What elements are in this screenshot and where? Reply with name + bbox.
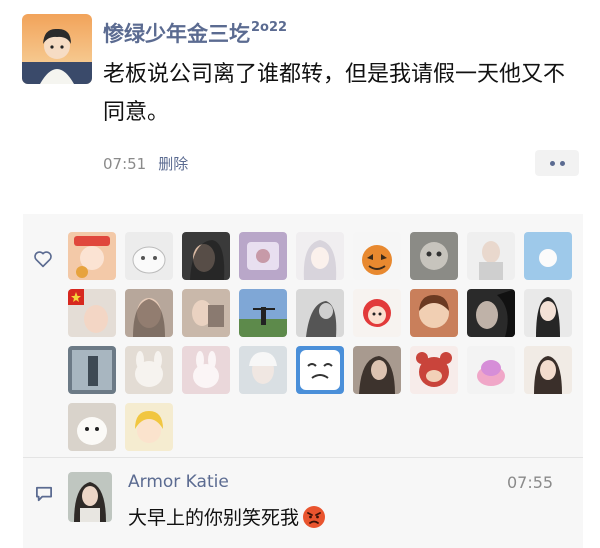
- poster-username[interactable]: 惨绿少年金三圪2o22: [103, 18, 287, 48]
- liker-avatar[interactable]: [467, 232, 515, 280]
- liker-avatar[interactable]: [353, 346, 401, 394]
- liker-avatar[interactable]: [182, 346, 230, 394]
- liker-avatar[interactable]: [125, 403, 173, 451]
- post-meta: 07:51 删除: [103, 153, 188, 174]
- liker-avatar[interactable]: [239, 289, 287, 337]
- heart-outline-icon: [34, 251, 52, 268]
- liker-avatar[interactable]: [296, 346, 344, 394]
- more-dot: [549, 160, 555, 166]
- liker-avatar[interactable]: [68, 232, 116, 280]
- liker-avatar[interactable]: [125, 289, 173, 337]
- commenter-name[interactable]: Armor Katie: [128, 472, 229, 492]
- commenter-avatar[interactable]: [68, 472, 112, 522]
- comment-bubble-icon: [36, 486, 52, 502]
- liker-avatar[interactable]: [524, 289, 572, 337]
- liker-avatar[interactable]: [353, 289, 401, 337]
- delete-link[interactable]: 删除: [158, 155, 188, 173]
- liker-avatar[interactable]: [68, 289, 116, 337]
- poster-avatar[interactable]: [22, 14, 92, 84]
- post-content: 老板说公司离了谁都转，但是我请假一天他又不同意。: [103, 62, 566, 125]
- comment-time: 07:55: [507, 473, 554, 492]
- liker-avatar[interactable]: [182, 232, 230, 280]
- comment-text-content: 大早上的你别笑死我: [128, 507, 300, 529]
- angry-face-emoji-icon: [303, 505, 326, 528]
- liker-avatar[interactable]: [125, 346, 173, 394]
- liker-avatar[interactable]: [296, 289, 344, 337]
- likes-comments-panel: Armor Katie 07:55 大早上的你别笑死我: [23, 214, 583, 548]
- liker-avatar[interactable]: [296, 232, 344, 280]
- liker-avatar[interactable]: [239, 346, 287, 394]
- liker-avatar[interactable]: [524, 232, 572, 280]
- post-time: 07:51: [103, 155, 147, 173]
- more-options-button[interactable]: [535, 150, 579, 176]
- liker-avatar[interactable]: [68, 403, 116, 451]
- liker-avatar[interactable]: [68, 346, 116, 394]
- liker-avatar[interactable]: [410, 232, 458, 280]
- liker-avatar[interactable]: [410, 346, 458, 394]
- liker-avatar[interactable]: [524, 346, 572, 394]
- liker-avatar[interactable]: [467, 289, 515, 337]
- panel-divider: [23, 457, 583, 458]
- liker-avatar[interactable]: [182, 289, 230, 337]
- liker-avatar[interactable]: [410, 289, 458, 337]
- liker-avatar[interactable]: [239, 232, 287, 280]
- more-dot: [559, 160, 565, 166]
- moment-post: 惨绿少年金三圪2o22 老板说公司离了谁都转，但是我请假一天他又不同意。 07:…: [0, 0, 600, 548]
- comment-text: 大早上的你别笑死我: [128, 503, 326, 530]
- liker-avatar[interactable]: [467, 346, 515, 394]
- liker-avatar[interactable]: [353, 232, 401, 280]
- liker-avatar[interactable]: [125, 232, 173, 280]
